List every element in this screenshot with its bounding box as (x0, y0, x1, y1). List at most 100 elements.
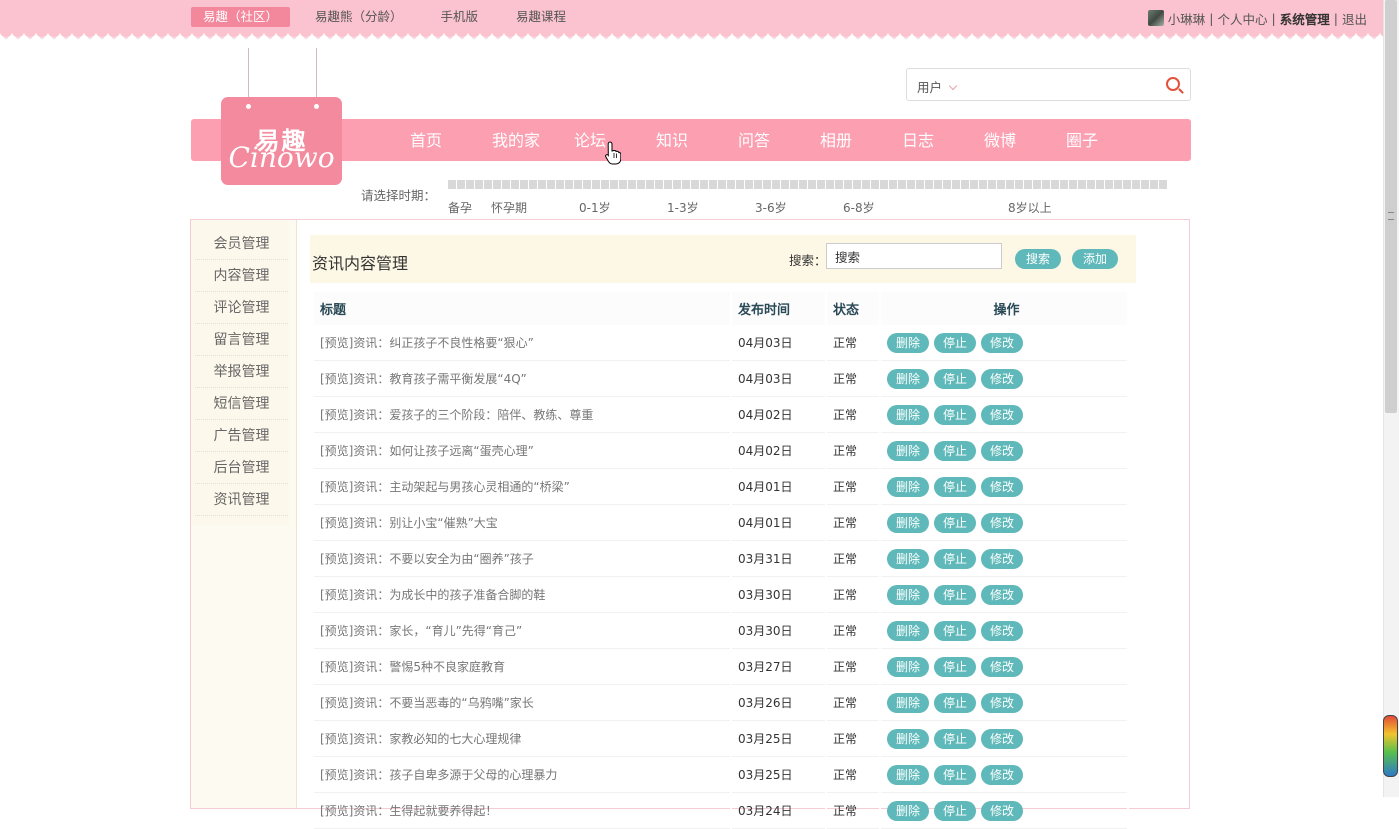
age-segment[interactable] (1141, 180, 1149, 189)
age-segment[interactable] (637, 180, 645, 189)
search-category-dropdown[interactable]: 用户 (917, 77, 958, 96)
edit-button[interactable]: 修改 (981, 728, 1024, 749)
age-segment[interactable] (889, 180, 897, 189)
age-tick[interactable]: 1-3岁 (667, 199, 699, 216)
age-segment[interactable] (700, 180, 708, 189)
age-segment[interactable] (916, 180, 924, 189)
age-segment[interactable] (1069, 180, 1077, 189)
delete-button[interactable]: 删除 (887, 656, 930, 677)
age-segment[interactable] (1087, 180, 1095, 189)
age-segment[interactable] (727, 180, 735, 189)
news-title-link[interactable]: [预览]资讯：爱孩子的三个阶段：陪伴、教练、尊重 (314, 396, 732, 433)
age-tick[interactable]: 怀孕期 (491, 199, 527, 216)
age-segment[interactable] (691, 180, 699, 189)
age-segment[interactable] (493, 180, 501, 189)
age-segment[interactable] (511, 180, 519, 189)
age-segment[interactable] (529, 180, 537, 189)
age-segment[interactable] (1114, 180, 1122, 189)
logout-link[interactable]: 退出 (1342, 9, 1367, 28)
nav-item[interactable]: 圈子 (1066, 119, 1148, 161)
age-segment[interactable] (484, 180, 492, 189)
news-title-link[interactable]: [预览]资讯：生得起就要养得起！ (314, 792, 732, 829)
age-segment[interactable] (880, 180, 888, 189)
age-segment[interactable] (466, 180, 474, 189)
stop-button[interactable]: 停止 (934, 692, 977, 713)
age-segment[interactable] (1159, 180, 1167, 189)
news-title-link[interactable]: [预览]资讯：家教必知的七大心理规律 (314, 720, 732, 757)
personal-center-link[interactable]: 个人中心 (1218, 9, 1268, 28)
delete-button[interactable]: 删除 (887, 512, 930, 533)
age-segment[interactable] (682, 180, 690, 189)
news-title-link[interactable]: [预览]资讯：不要当恶毒的“乌鸦嘴”家长 (314, 684, 732, 721)
age-segment[interactable] (1024, 180, 1032, 189)
delete-button[interactable]: 删除 (887, 728, 930, 749)
delete-button[interactable]: 删除 (887, 332, 930, 353)
age-segment[interactable] (844, 180, 852, 189)
age-segment[interactable] (520, 180, 528, 189)
age-segment[interactable] (457, 180, 465, 189)
edit-button[interactable]: 修改 (981, 476, 1024, 497)
edit-button[interactable]: 修改 (981, 368, 1024, 389)
nav-item[interactable]: 微博 (984, 119, 1066, 161)
sidebar-item[interactable]: 评论管理 (195, 292, 288, 324)
news-title-link[interactable]: [预览]资讯：如何让孩子远离“蛋壳心理” (314, 432, 732, 469)
stop-button[interactable]: 停止 (934, 476, 977, 497)
age-segment[interactable] (961, 180, 969, 189)
search-button[interactable]: 搜索 (1015, 249, 1062, 269)
age-segment[interactable] (1078, 180, 1086, 189)
age-segment[interactable] (1150, 180, 1158, 189)
sidebar-item[interactable]: 举报管理 (195, 356, 288, 388)
edit-button[interactable]: 修改 (981, 548, 1024, 569)
age-segment[interactable] (943, 180, 951, 189)
delete-button[interactable]: 删除 (887, 476, 930, 497)
sidebar-item[interactable]: 后台管理 (195, 452, 288, 484)
add-button[interactable]: 添加 (1072, 249, 1119, 269)
sidebar-item[interactable]: 广告管理 (195, 420, 288, 452)
news-title-link[interactable]: [预览]资讯：纠正孩子不良性格要“狠心” (314, 325, 732, 361)
edit-button[interactable]: 修改 (981, 404, 1024, 425)
age-segment[interactable] (934, 180, 942, 189)
age-segment[interactable] (862, 180, 870, 189)
news-title-link[interactable]: [预览]资讯：孩子自卑多源于父母的心理暴力 (314, 756, 732, 793)
age-tick[interactable]: 8岁以上 (1008, 199, 1052, 216)
age-segment[interactable] (664, 180, 672, 189)
sidebar-item[interactable]: 短信管理 (195, 388, 288, 420)
edit-button[interactable]: 修改 (981, 440, 1024, 461)
delete-button[interactable]: 删除 (887, 764, 930, 785)
news-title-link[interactable]: [预览]资讯：别让小宝“催熟”大宝 (314, 504, 732, 541)
edit-button[interactable]: 修改 (981, 584, 1024, 605)
nav-item[interactable]: 日志 (902, 119, 984, 161)
age-segment[interactable] (1006, 180, 1014, 189)
age-segment[interactable] (628, 180, 636, 189)
delete-button[interactable]: 删除 (887, 368, 930, 389)
age-segment[interactable] (817, 180, 825, 189)
stop-button[interactable]: 停止 (934, 512, 977, 533)
nav-item[interactable]: 知识 (656, 119, 738, 161)
edit-button[interactable]: 修改 (981, 512, 1024, 533)
edit-button[interactable]: 修改 (981, 800, 1024, 821)
age-segment[interactable] (799, 180, 807, 189)
age-segment[interactable] (583, 180, 591, 189)
age-segment[interactable] (502, 180, 510, 189)
age-tick[interactable]: 3-6岁 (755, 199, 787, 216)
age-slider[interactable] (448, 180, 1171, 189)
age-segment[interactable] (952, 180, 960, 189)
nav-item[interactable]: 相册 (820, 119, 902, 161)
sidebar-item[interactable]: 留言管理 (195, 324, 288, 356)
age-segment[interactable] (808, 180, 816, 189)
age-segment[interactable] (610, 180, 618, 189)
content-search-input[interactable] (826, 243, 1002, 269)
age-segment[interactable] (997, 180, 1005, 189)
top-link[interactable]: 易趣（社区） (191, 7, 291, 27)
age-segment[interactable] (619, 180, 627, 189)
age-segment[interactable] (709, 180, 717, 189)
age-segment[interactable] (835, 180, 843, 189)
age-segment[interactable] (979, 180, 987, 189)
scrollbar-thumb[interactable] (1385, 0, 1397, 413)
search-icon[interactable] (1166, 77, 1180, 91)
age-segment[interactable] (907, 180, 915, 189)
age-segment[interactable] (898, 180, 906, 189)
stop-button[interactable]: 停止 (934, 656, 977, 677)
page-scrollbar[interactable] (1383, 0, 1399, 797)
age-segment[interactable] (565, 180, 573, 189)
